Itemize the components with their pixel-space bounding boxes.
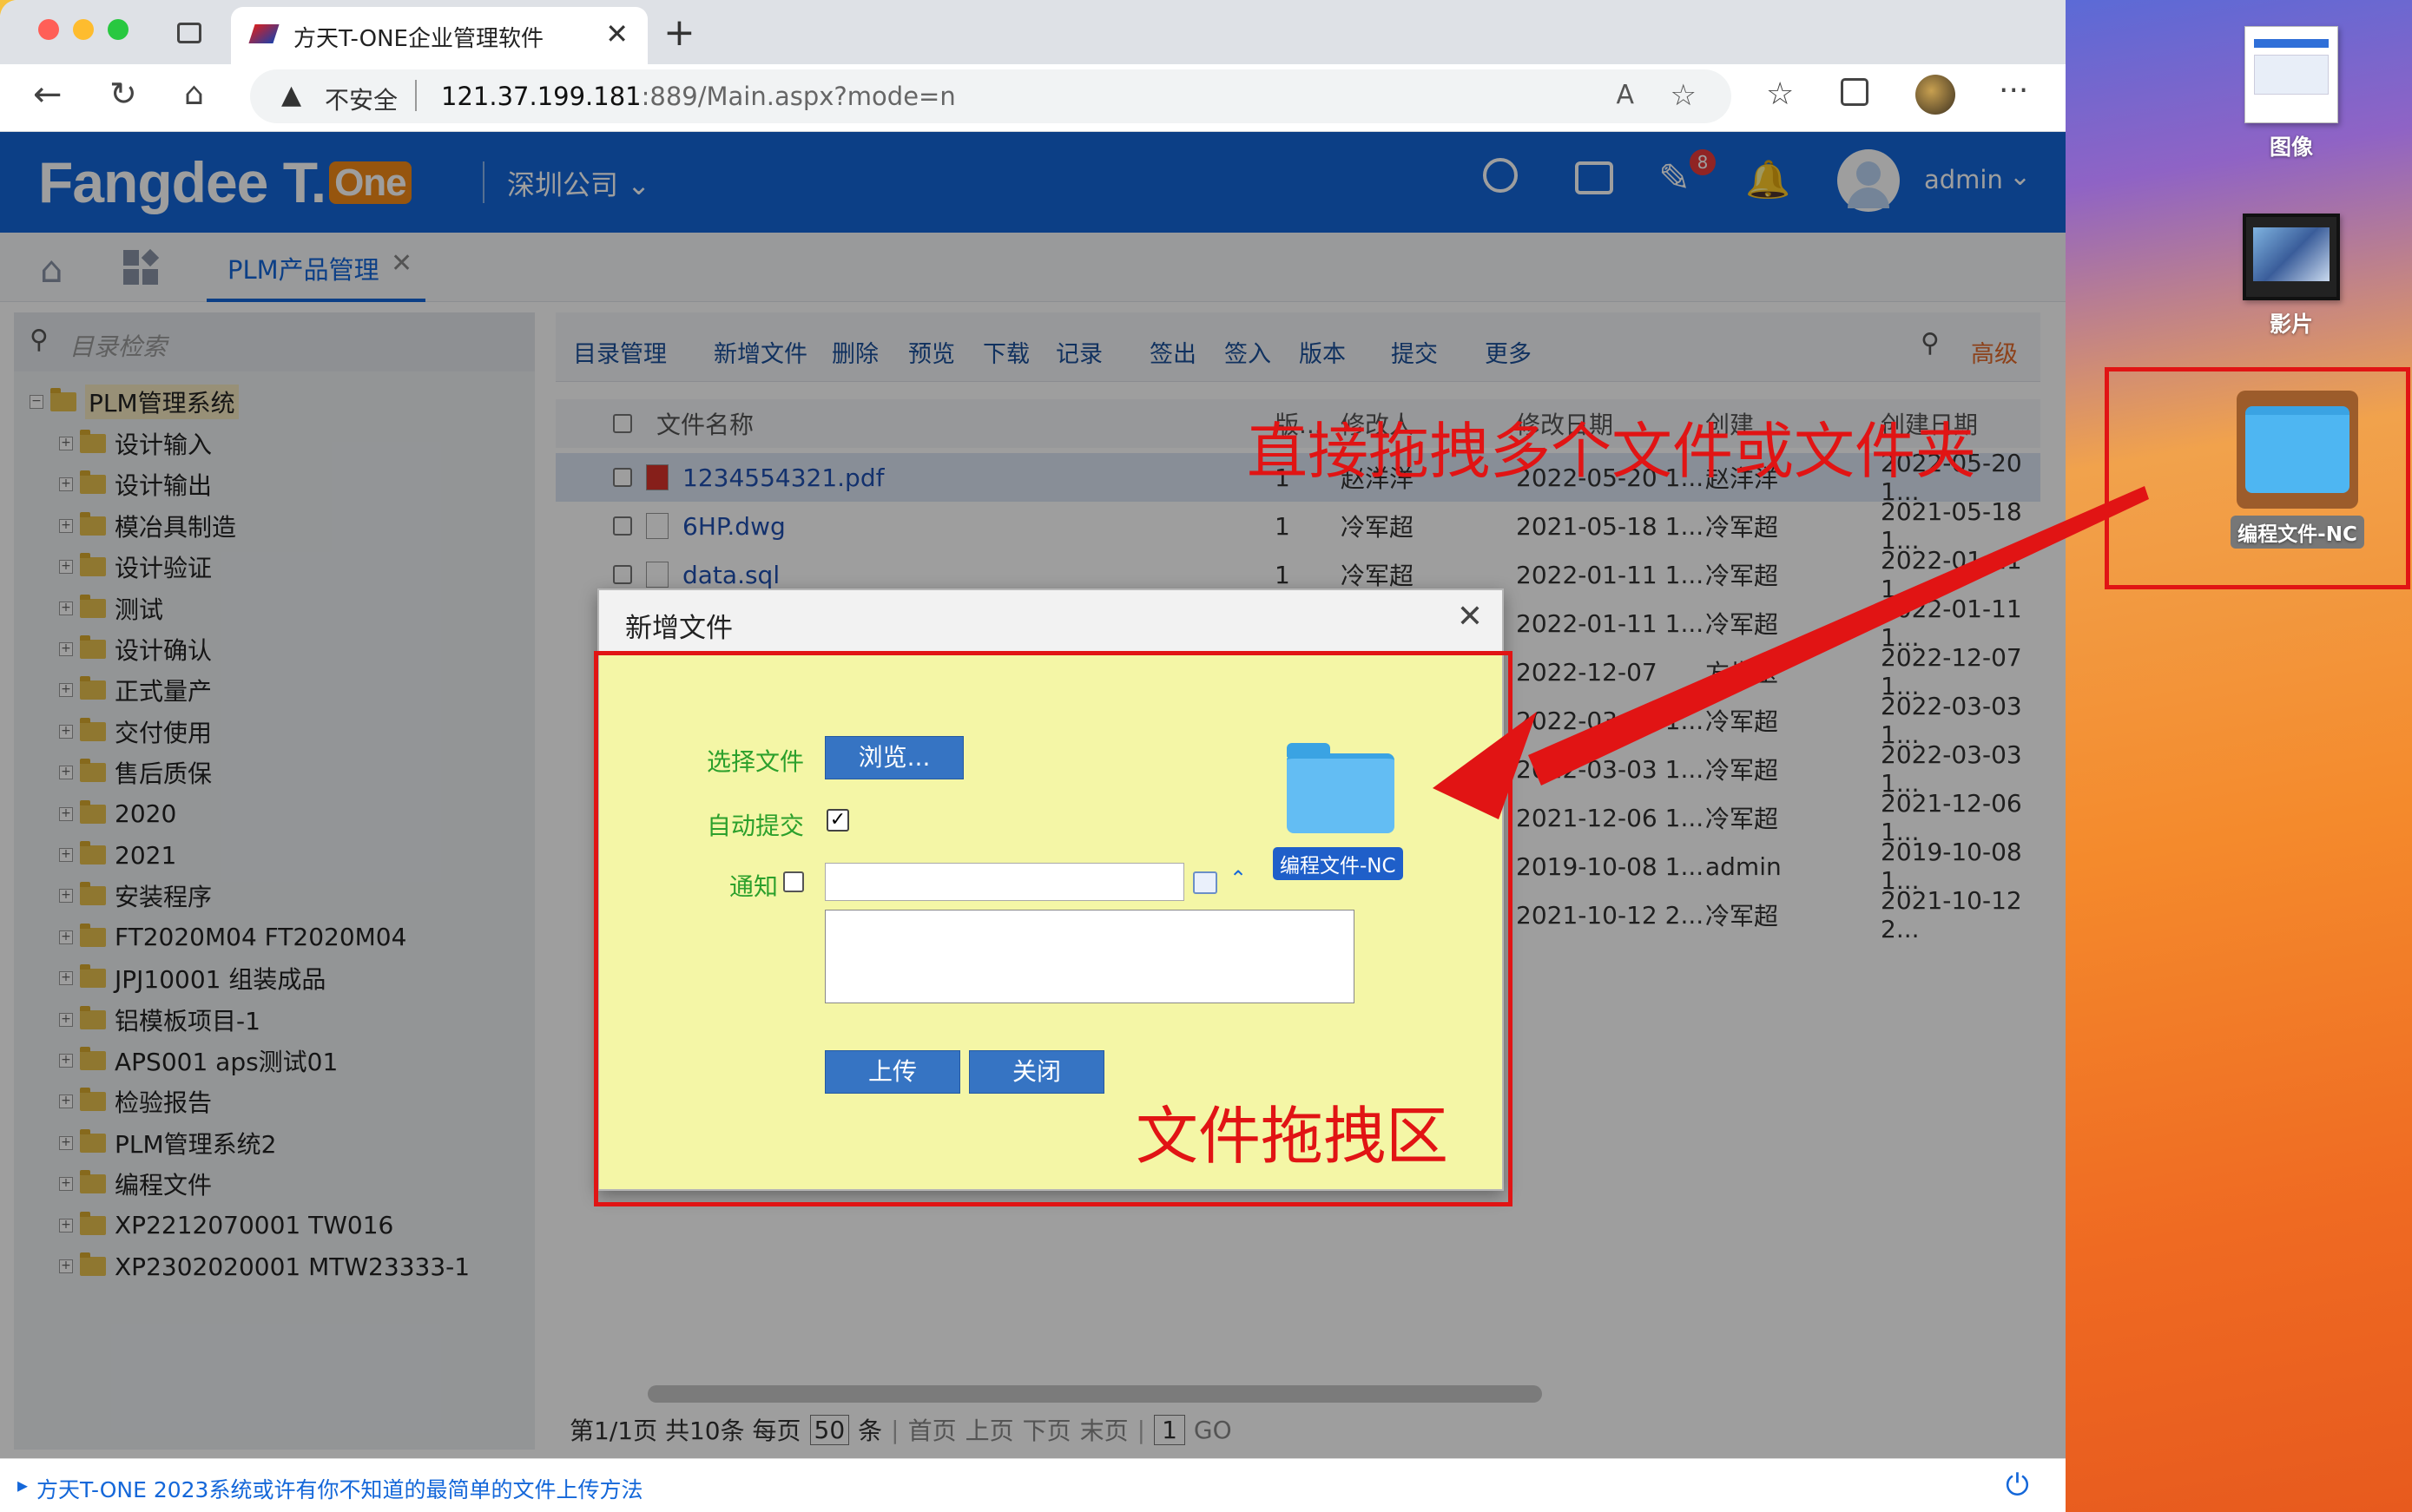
drag-arrow xyxy=(1433,486,2149,819)
arrow-shaft xyxy=(1528,486,2149,786)
arrow-head xyxy=(1433,712,1537,819)
